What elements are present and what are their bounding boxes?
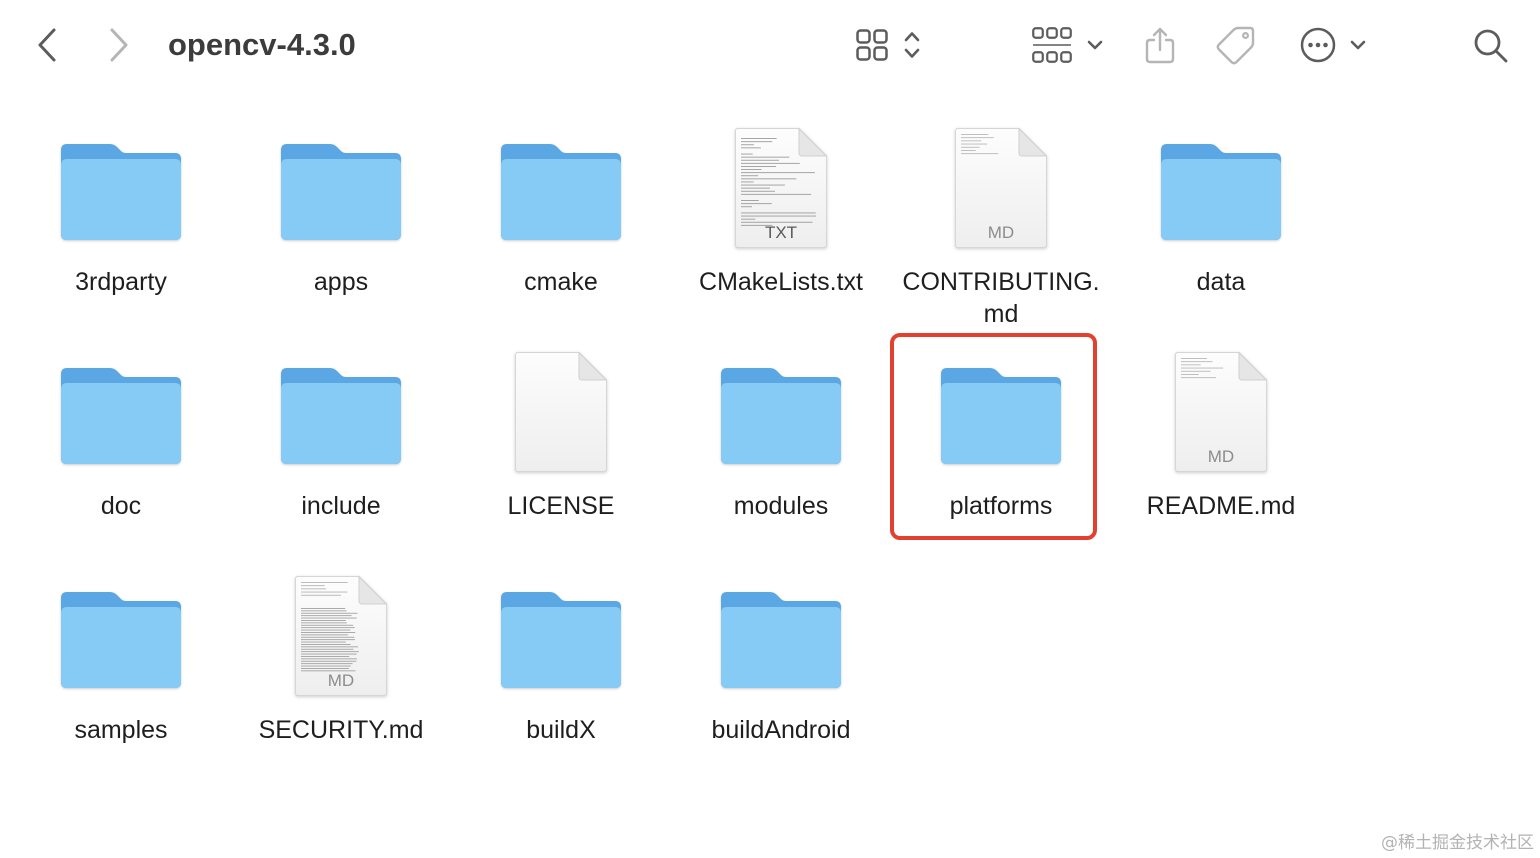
item-icon-box: [451, 342, 671, 490]
chevron-left-icon: [38, 28, 56, 62]
share-icon: [1145, 27, 1175, 64]
item-icon-box: TXT: [671, 118, 891, 266]
grid-item-buildandroid[interactable]: buildAndroid: [671, 566, 891, 790]
grid-item-security-md[interactable]: MD SECURITY.md: [231, 566, 451, 790]
item-icon-box: [671, 566, 891, 714]
blank-document-icon: [515, 352, 607, 472]
ellipsis-circle-icon: [1300, 27, 1336, 63]
grid-item-data[interactable]: data: [1111, 118, 1331, 342]
icon-grid-view-icon: [856, 29, 888, 61]
folder-icon: [721, 592, 841, 688]
folder-icon: [941, 368, 1061, 464]
grid-item-platforms[interactable]: platforms: [890, 333, 1111, 566]
grid-item-contributing-md[interactable]: MD CONTRIBUTING.md: [891, 118, 1111, 342]
item-icon-box: [11, 118, 231, 266]
chevron-up-down-icon: [904, 32, 920, 58]
folder-icon: [61, 368, 181, 464]
item-label: 3rdparty: [75, 268, 167, 296]
item-icon-box: MD: [231, 566, 451, 714]
forward-button[interactable]: [102, 24, 136, 66]
item-label: samples: [74, 716, 168, 744]
folder-icon: [281, 144, 401, 240]
grid-item-cmake[interactable]: cmake: [451, 118, 671, 342]
text-document-icon: TXT: [735, 128, 827, 248]
item-icon-box: [891, 342, 1111, 490]
more-actions-button[interactable]: [1298, 22, 1370, 68]
item-label: README.md: [1146, 492, 1296, 520]
item-label: buildAndroid: [711, 716, 851, 744]
group-by-button[interactable]: [1026, 22, 1110, 68]
item-label: modules: [733, 492, 829, 520]
file-type-badge: TXT: [765, 223, 797, 242]
folder-icon: [1161, 144, 1281, 240]
back-button[interactable]: [30, 24, 64, 66]
grid-item-license[interactable]: LICENSE: [451, 342, 671, 566]
item-label: LICENSE: [507, 492, 615, 520]
chevron-down-icon: [1350, 40, 1366, 50]
item-icon-box: [11, 342, 231, 490]
grid-item-readme-md[interactable]: MD README.md: [1111, 342, 1331, 566]
item-icon-box: [451, 566, 671, 714]
sparse-text-document-icon: MD: [1175, 352, 1267, 472]
item-icon-box: MD: [1111, 342, 1331, 490]
item-label: doc: [100, 492, 142, 520]
item-icon-box: [1111, 118, 1331, 266]
file-icon-grid: 3rdparty apps cmake TXT CMakeLists.txt M…: [11, 118, 1331, 790]
group-by-icon: [1032, 27, 1072, 63]
grid-item-buildx[interactable]: buildX: [451, 566, 671, 790]
folder-icon: [281, 368, 401, 464]
item-icon-box: [231, 118, 451, 266]
file-type-badge: MD: [328, 671, 354, 690]
item-label: data: [1196, 268, 1246, 296]
tag-button[interactable]: [1214, 24, 1258, 66]
item-icon-box: [451, 118, 671, 266]
finder-toolbar: opencv-4.3.0: [0, 0, 1540, 92]
item-label: cmake: [524, 268, 598, 296]
folder-icon: [501, 144, 621, 240]
sparse-text-document-icon: MD: [955, 128, 1047, 248]
grid-item-doc[interactable]: doc: [11, 342, 231, 566]
item-label: CMakeLists.txt: [699, 268, 863, 296]
item-icon-box: [671, 342, 891, 490]
grid-item-samples[interactable]: samples: [11, 566, 231, 790]
item-label: SECURITY.md: [258, 716, 424, 744]
tag-icon: [1216, 26, 1255, 65]
search-button[interactable]: [1470, 26, 1512, 66]
grid-item-include[interactable]: include: [231, 342, 451, 566]
search-icon: [1474, 29, 1508, 63]
window-title: opencv-4.3.0: [168, 27, 356, 62]
grid-item-cmakelists-txt[interactable]: TXT CMakeLists.txt: [671, 118, 891, 342]
item-label: buildX: [526, 716, 596, 744]
folder-icon: [61, 592, 181, 688]
view-mode-button[interactable]: [848, 22, 928, 68]
file-type-badge: MD: [1208, 447, 1234, 466]
file-type-badge: MD: [988, 223, 1014, 242]
folder-icon: [501, 592, 621, 688]
item-label: apps: [313, 268, 369, 296]
watermark: @稀土掘金技术社区: [1381, 833, 1534, 853]
item-label: include: [301, 492, 381, 520]
dense-text-document-icon: MD: [295, 576, 387, 696]
folder-icon: [61, 144, 181, 240]
grid-item-apps[interactable]: apps: [231, 118, 451, 342]
item-icon-box: [11, 566, 231, 714]
item-label: CONTRIBUTING.md: [902, 268, 1100, 328]
chevron-right-icon: [110, 28, 128, 62]
grid-item-modules[interactable]: modules: [671, 342, 891, 566]
folder-icon: [721, 368, 841, 464]
grid-item-3rdparty[interactable]: 3rdparty: [11, 118, 231, 342]
item-icon-box: [231, 342, 451, 490]
item-label: platforms: [949, 492, 1053, 520]
item-icon-box: MD: [891, 118, 1111, 266]
share-button[interactable]: [1142, 24, 1178, 66]
chevron-down-icon: [1087, 40, 1103, 50]
